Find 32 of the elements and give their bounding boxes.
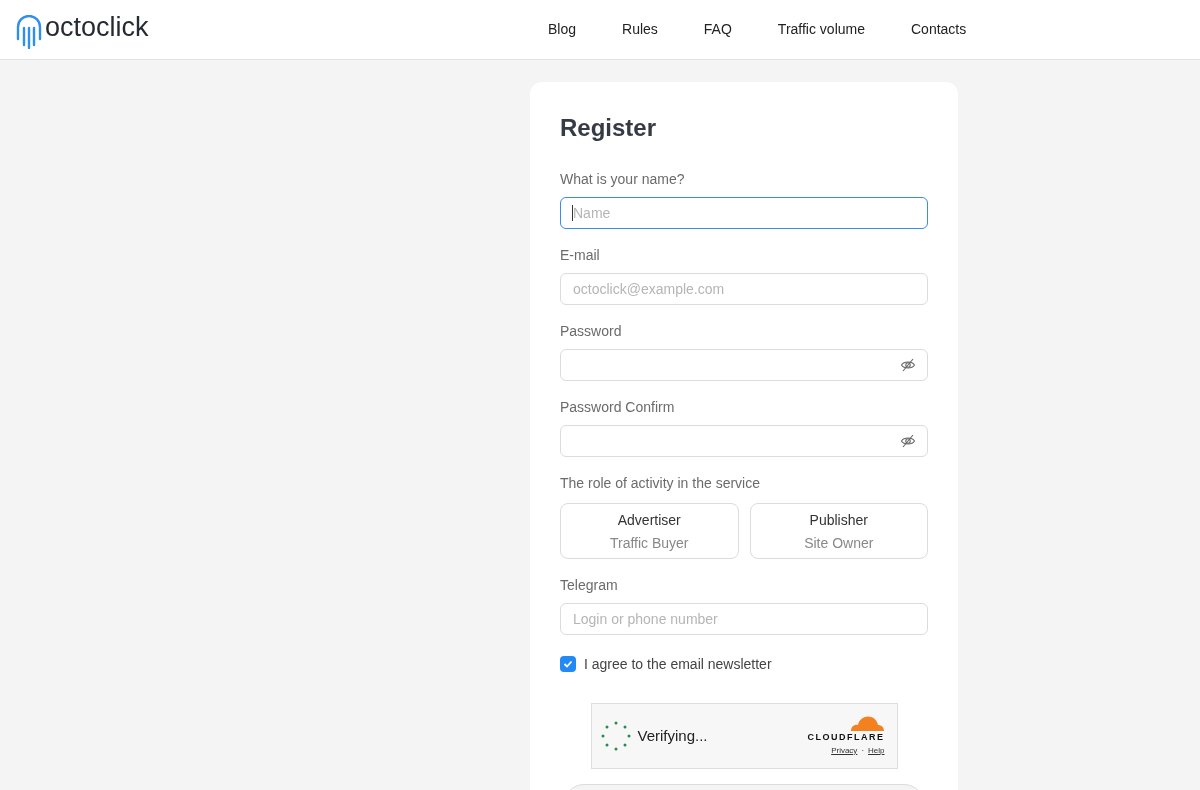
captcha-status: Verifying... bbox=[637, 725, 708, 746]
text-field[interactable]: Name bbox=[560, 197, 928, 229]
form-title: Register bbox=[560, 113, 658, 143]
logo-text: octoclick bbox=[45, 14, 149, 44]
nav-link[interactable]: Traffic volume bbox=[777, 19, 865, 40]
check-icon bbox=[563, 659, 573, 669]
field-label: E-mail bbox=[560, 246, 601, 265]
nav-link[interactable]: Blog bbox=[548, 19, 577, 40]
footer-link[interactable]: Privacy bbox=[831, 745, 858, 757]
nav-link[interactable]: FAQ bbox=[703, 19, 732, 40]
field-label: Password bbox=[560, 322, 623, 341]
role-option[interactable]: Publisher Site Owner bbox=[749, 503, 928, 559]
eye-off-icon[interactable] bbox=[900, 433, 916, 449]
text-cursor bbox=[572, 205, 573, 221]
logo-icon bbox=[16, 14, 42, 49]
brand-text: CLOUDFLARE bbox=[807, 731, 885, 743]
password-field[interactable] bbox=[560, 349, 928, 381]
field-label: What is your name? bbox=[560, 170, 686, 189]
nav-link[interactable]: Contacts bbox=[911, 19, 967, 40]
spinner-icon bbox=[599, 720, 632, 752]
separator: · bbox=[861, 745, 865, 757]
eye-off-icon[interactable] bbox=[900, 357, 916, 373]
role-option[interactable]: Advertiser Traffic Buyer bbox=[560, 503, 739, 559]
checkbox[interactable] bbox=[560, 656, 576, 672]
checkbox-label: I agree to the email newsletter bbox=[584, 655, 772, 674]
footer-link[interactable]: Help bbox=[868, 745, 885, 757]
password-field[interactable] bbox=[560, 425, 928, 457]
telegram-field[interactable]: Login or phone number bbox=[560, 603, 928, 635]
field-label: The role of activity in the service bbox=[560, 474, 761, 493]
field-label: Telegram bbox=[560, 576, 619, 595]
nav-link[interactable]: Rules bbox=[622, 19, 658, 40]
field-label: Password Confirm bbox=[560, 398, 676, 417]
